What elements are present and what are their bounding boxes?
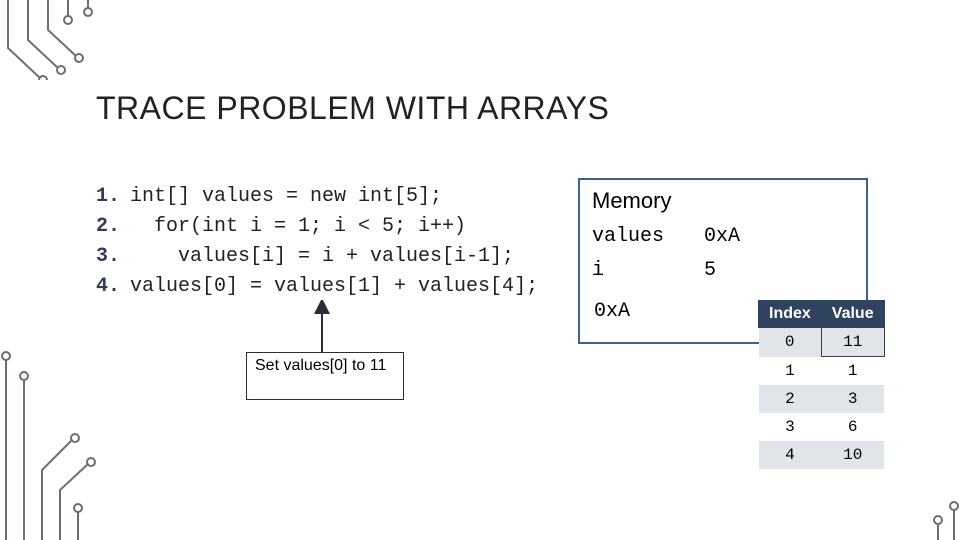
memory-key: values (592, 220, 704, 254)
code-text: int[] values = new int[5]; (130, 182, 442, 212)
table-header-value: Value (821, 301, 884, 328)
cell-value: 3 (821, 385, 884, 413)
slide-title: TRACE PROBLEM WITH ARRAYS (96, 90, 609, 127)
array-address-label: 0xA (594, 300, 630, 323)
memory-row: values 0xA (592, 220, 854, 254)
cell-value: 11 (821, 328, 884, 357)
table-row: 2 3 (759, 385, 885, 413)
memory-key: i (592, 254, 704, 288)
cell-index: 3 (759, 413, 822, 441)
callout-box: Set values[0] to 11 (246, 352, 404, 400)
memory-value: 5 (704, 254, 764, 288)
callout-arrow (308, 300, 338, 356)
line-number: 3. (96, 242, 130, 272)
line-number: 1. (96, 182, 130, 212)
code-block: 1. int[] values = new int[5]; 2. for(int… (96, 182, 576, 302)
table-row: 4 10 (759, 441, 885, 469)
cell-value: 6 (821, 413, 884, 441)
code-text: values[i] = i + values[i-1]; (130, 242, 514, 272)
cell-value: 1 (821, 357, 884, 386)
cell-index: 4 (759, 441, 822, 469)
code-line-4: 4. values[0] = values[1] + values[4]; (96, 272, 576, 302)
table-header-index: Index (759, 301, 822, 328)
memory-title: Memory (592, 188, 854, 214)
table-row: 3 6 (759, 413, 885, 441)
code-text: for(int i = 1; i < 5; i++) (130, 212, 466, 242)
index-value-table: Index Value 0 11 1 1 2 3 3 6 4 10 (758, 300, 885, 469)
cell-index: 0 (759, 328, 822, 357)
cell-index: 1 (759, 357, 822, 386)
code-line-2: 2. for(int i = 1; i < 5; i++) (96, 212, 576, 242)
cell-value: 10 (821, 441, 884, 469)
cell-index: 2 (759, 385, 822, 413)
line-number: 4. (96, 272, 130, 302)
code-line-3: 3. values[i] = i + values[i-1]; (96, 242, 576, 272)
table-row: 0 11 (759, 328, 885, 357)
code-line-1: 1. int[] values = new int[5]; (96, 182, 576, 212)
table-row: 1 1 (759, 357, 885, 386)
line-number: 2. (96, 212, 130, 242)
code-text: values[0] = values[1] + values[4]; (130, 272, 538, 302)
memory-value: 0xA (704, 220, 764, 254)
memory-row: i 5 (592, 254, 854, 288)
